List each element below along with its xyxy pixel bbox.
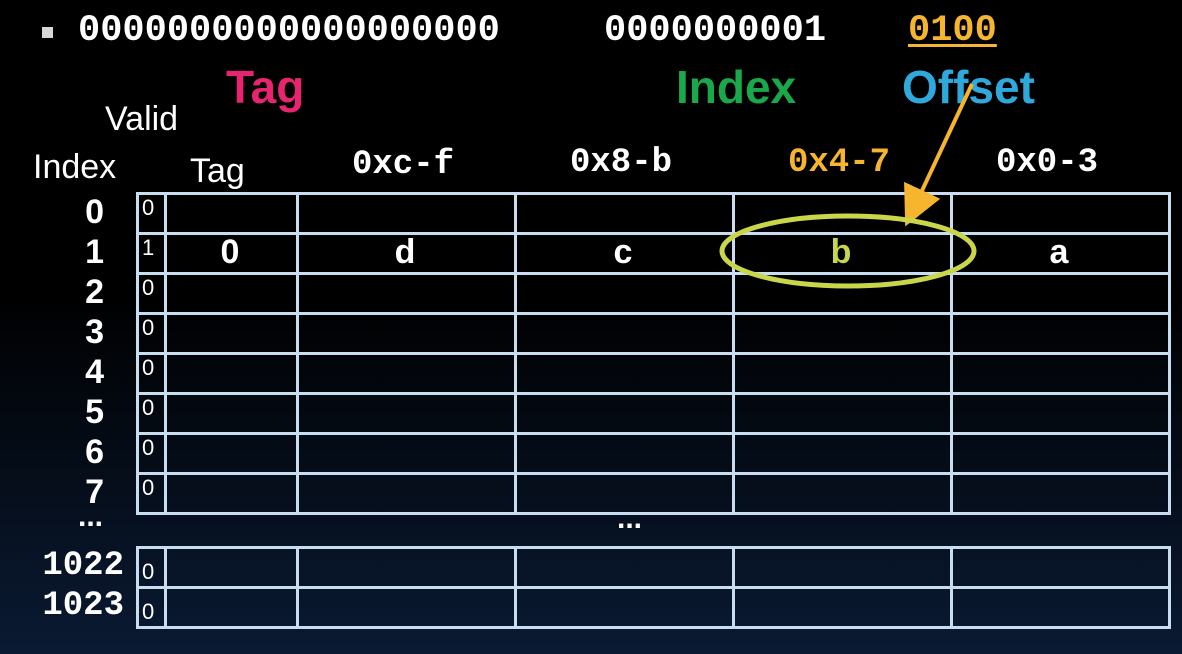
overlay-annotations — [719, 83, 977, 289]
offset-arrow-icon — [904, 83, 974, 227]
highlight-ellipse-icon — [719, 213, 977, 289]
